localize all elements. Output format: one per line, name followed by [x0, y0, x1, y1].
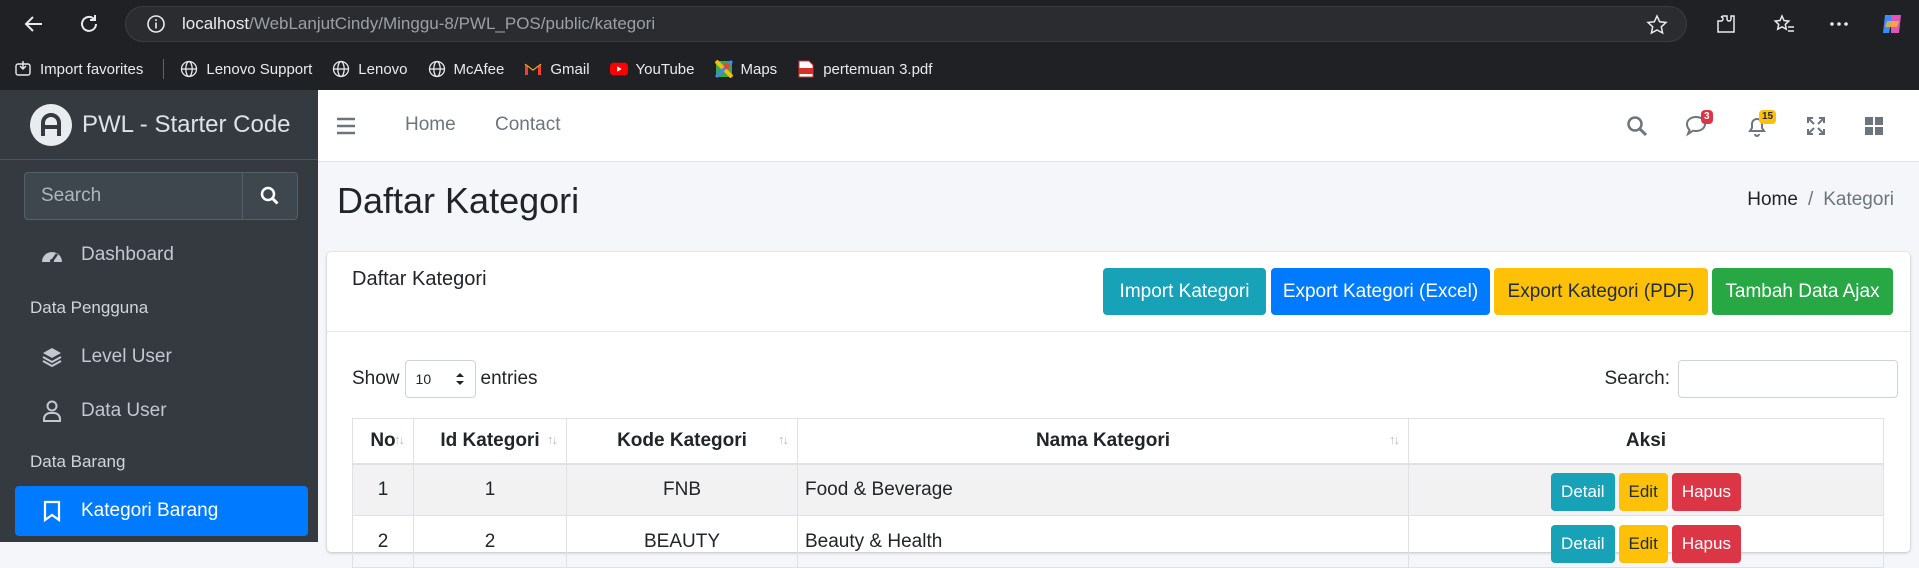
globe-icon — [428, 60, 446, 78]
bookmark-lenovo[interactable]: Lenovo — [332, 60, 408, 78]
bookmark-import-favorites[interactable]: Import favorites — [14, 60, 143, 78]
favorites-icon[interactable] — [1770, 10, 1798, 38]
bell-icon[interactable]: 15 — [1743, 110, 1777, 140]
nav-link-home[interactable]: Home — [405, 114, 456, 136]
bookmark-icon — [39, 500, 65, 522]
bookmarks-separator — [163, 59, 165, 79]
sort-arrows-icon — [455, 372, 465, 386]
column-header-kode[interactable]: Kode Kategori ↑↓ — [566, 418, 798, 465]
kategori-card: Daftar Kategori Import Kategori Export K… — [327, 252, 1910, 568]
url-path: /WebLanjutCindy/Minggu-8/PWL_POS/public/… — [249, 14, 656, 33]
import-kategori-button[interactable]: Import Kategori — [1103, 268, 1266, 315]
control-sidebar-icon[interactable] — [1860, 112, 1888, 140]
sidebar-item-kategori-barang[interactable]: Kategori Barang — [15, 486, 308, 536]
cell-no: 1 — [352, 463, 414, 516]
tachometer-icon — [39, 245, 65, 265]
entries-select[interactable]: 10 — [404, 360, 476, 398]
breadcrumb-home[interactable]: Home — [1747, 189, 1798, 211]
datatable-search: Search: — [1605, 360, 1898, 398]
kategori-table: No ↑↓ Id Kategori ↑↓ Kode Kategori ↑↓ Nama … — [352, 418, 1884, 568]
gmail-icon — [524, 60, 542, 78]
detail-button[interactable]: Detail — [1551, 524, 1615, 563]
browser-toolbar: localhost/WebLanjutCindy/Minggu-8/PWL_PO… — [0, 0, 1919, 48]
datatable-search-input[interactable] — [1678, 360, 1898, 398]
sidebar-search-input[interactable] — [24, 172, 242, 220]
card-title: Daftar Kategori — [352, 268, 487, 290]
column-header-no[interactable]: No ↑↓ — [352, 418, 414, 465]
messages-icon[interactable]: 3 — [1683, 110, 1713, 140]
sidebar-item-dashboard[interactable]: Dashboard — [15, 230, 308, 280]
breadcrumb-separator: / — [1807, 189, 1814, 210]
detail-button[interactable]: Detail — [1551, 472, 1615, 511]
bookmark-gmail[interactable]: Gmail — [524, 60, 590, 78]
youtube-icon — [609, 60, 628, 78]
column-header-nama[interactable]: Nama Kategori ↑↓ — [797, 418, 1409, 465]
column-header-aksi: Aksi — [1408, 418, 1884, 465]
favorite-star-icon[interactable] — [1646, 14, 1668, 36]
cell-kode: FNB — [566, 463, 798, 516]
bookmark-maps[interactable]: Maps — [714, 60, 777, 78]
sidebar: PWL - Starter Code Dashboard Data Penggu… — [0, 90, 318, 542]
messages-badge: 3 — [1701, 110, 1713, 124]
cell-id: 1 — [413, 463, 567, 516]
bookmark-mcafee[interactable]: McAfee — [428, 60, 504, 78]
brand-logo-icon — [30, 103, 72, 146]
breadcrumb: Home / Kategori — [1747, 189, 1894, 211]
sidebar-item-data-user[interactable]: Data User — [15, 386, 308, 436]
copilot-icon[interactable] — [1878, 10, 1906, 38]
content-wrapper: Daftar Kategori Home / Kategori Daftar K… — [318, 162, 1919, 568]
sort-icon: ↑↓ — [778, 432, 789, 447]
more-options-icon[interactable] — [1825, 10, 1853, 38]
hapus-button[interactable]: Hapus — [1671, 472, 1741, 511]
edit-button[interactable]: Edit — [1618, 472, 1668, 511]
back-arrow-icon[interactable] — [20, 10, 48, 38]
bookmark-pdf[interactable]: pertemuan 3.pdf — [797, 60, 932, 78]
globe-icon — [180, 60, 198, 78]
layers-icon — [39, 346, 65, 368]
sidebar-search-button[interactable] — [242, 172, 298, 220]
search-icon[interactable] — [1623, 112, 1651, 140]
reload-icon[interactable] — [75, 10, 103, 38]
url-host: localhost — [182, 14, 250, 33]
nav-link-contact[interactable]: Contact — [495, 114, 560, 136]
export-pdf-button[interactable]: Export Kategori (PDF) — [1494, 268, 1708, 315]
brand-link[interactable]: PWL - Starter Code — [0, 90, 318, 160]
sort-icon: ↑↓ — [394, 432, 405, 447]
bookmark-youtube[interactable]: YouTube — [609, 60, 695, 78]
hamburger-menu-icon[interactable] — [332, 112, 360, 140]
bookmarks-bar: Import favorites Lenovo Support Lenovo M… — [0, 48, 1919, 90]
sidebar-header-barang: Data Barang — [30, 452, 126, 471]
export-excel-button[interactable]: Export Kategori (Excel) — [1271, 268, 1490, 315]
search-icon — [260, 186, 280, 206]
globe-icon — [332, 60, 350, 78]
fullscreen-icon[interactable] — [1802, 112, 1830, 140]
extensions-icon[interactable] — [1712, 10, 1740, 38]
datatable-length: Show 10 entries — [352, 360, 538, 398]
cell-nama: Food & Beverage — [797, 463, 1409, 516]
notifications-badge: 15 — [1759, 110, 1777, 124]
maps-icon — [714, 60, 733, 78]
brand-text: PWL - Starter Code — [82, 110, 291, 138]
bookmark-lenovo-support[interactable]: Lenovo Support — [180, 60, 312, 78]
card-header: Daftar Kategori Import Kategori Export K… — [327, 252, 1910, 332]
sort-icon: ↑↓ — [547, 432, 558, 447]
edit-button[interactable]: Edit — [1618, 524, 1668, 563]
pdf-icon — [797, 60, 815, 78]
cell-aksi: Detail Edit Hapus — [1408, 463, 1884, 516]
page-title: Daftar Kategori — [337, 180, 580, 221]
address-bar[interactable]: localhost/WebLanjutCindy/Minggu-8/PWL_PO… — [125, 6, 1687, 42]
import-icon — [14, 60, 32, 78]
sidebar-item-level-user[interactable]: Level User — [15, 332, 308, 382]
hapus-button[interactable]: Hapus — [1671, 524, 1741, 563]
sidebar-header-pengguna: Data Pengguna — [30, 298, 149, 317]
breadcrumb-current: Kategori — [1823, 189, 1894, 210]
site-info-icon[interactable] — [146, 14, 166, 34]
sort-icon: ↑↓ — [1389, 432, 1400, 447]
tambah-data-ajax-button[interactable]: Tambah Data Ajax — [1712, 268, 1893, 315]
table-row: 1 1 FNB Food & Beverage Detail Edit Hapu… — [352, 463, 1884, 516]
column-header-id[interactable]: Id Kategori ↑↓ — [413, 418, 567, 465]
user-icon — [39, 400, 65, 422]
sidebar-search — [24, 172, 298, 220]
main-navbar: Home Contact 3 15 — [318, 90, 1919, 162]
